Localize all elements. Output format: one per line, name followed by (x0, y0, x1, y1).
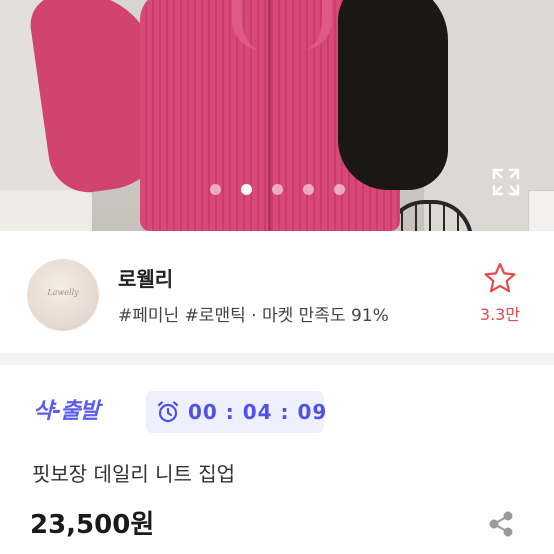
seller-avatar-logo: Lawelly (47, 288, 79, 297)
background-shelf (528, 190, 554, 231)
fast-shipping-badge: 샥-출발 (33, 399, 100, 424)
countdown-time: 00 : 04 : 09 (188, 400, 328, 424)
seller-tags: #페미닌 #로맨틱 · 마켓 만족도 91% (118, 306, 389, 326)
background-chair (0, 190, 92, 231)
expand-fullscreen-icon[interactable] (490, 166, 522, 198)
product-info: 샥-출발 00 : 04 : 09 핏보장 데일리 니트 집업 23,500원 (0, 365, 554, 554)
seller-info[interactable]: Lawelly 로웰리 #페미닌 #로맨틱 · 마켓 만족도 91% 3.3만 (0, 231, 554, 353)
product-title: 핏보장 데일리 니트 집업 (32, 462, 236, 486)
follow-count: 3.3만 (479, 305, 521, 324)
carousel-dot[interactable] (272, 184, 283, 195)
carousel-dot[interactable] (334, 184, 345, 195)
carousel-dot[interactable] (210, 184, 221, 195)
product-image-carousel[interactable] (0, 0, 554, 231)
section-divider (0, 353, 554, 365)
share-icon[interactable] (486, 509, 516, 539)
model-collar (232, 0, 332, 50)
carousel-dot-active[interactable] (241, 184, 252, 195)
model-hair (338, 0, 448, 190)
carousel-dot[interactable] (303, 184, 314, 195)
carousel-indicator (0, 182, 554, 196)
alarm-clock-icon (157, 401, 179, 423)
model-zipper (268, 0, 271, 231)
star-outline-icon[interactable] (483, 261, 517, 295)
countdown-timer: 00 : 04 : 09 (146, 391, 328, 433)
seller-avatar[interactable]: Lawelly (27, 259, 99, 331)
product-price: 23,500원 (30, 510, 155, 540)
seller-name[interactable]: 로웰리 (118, 263, 173, 292)
